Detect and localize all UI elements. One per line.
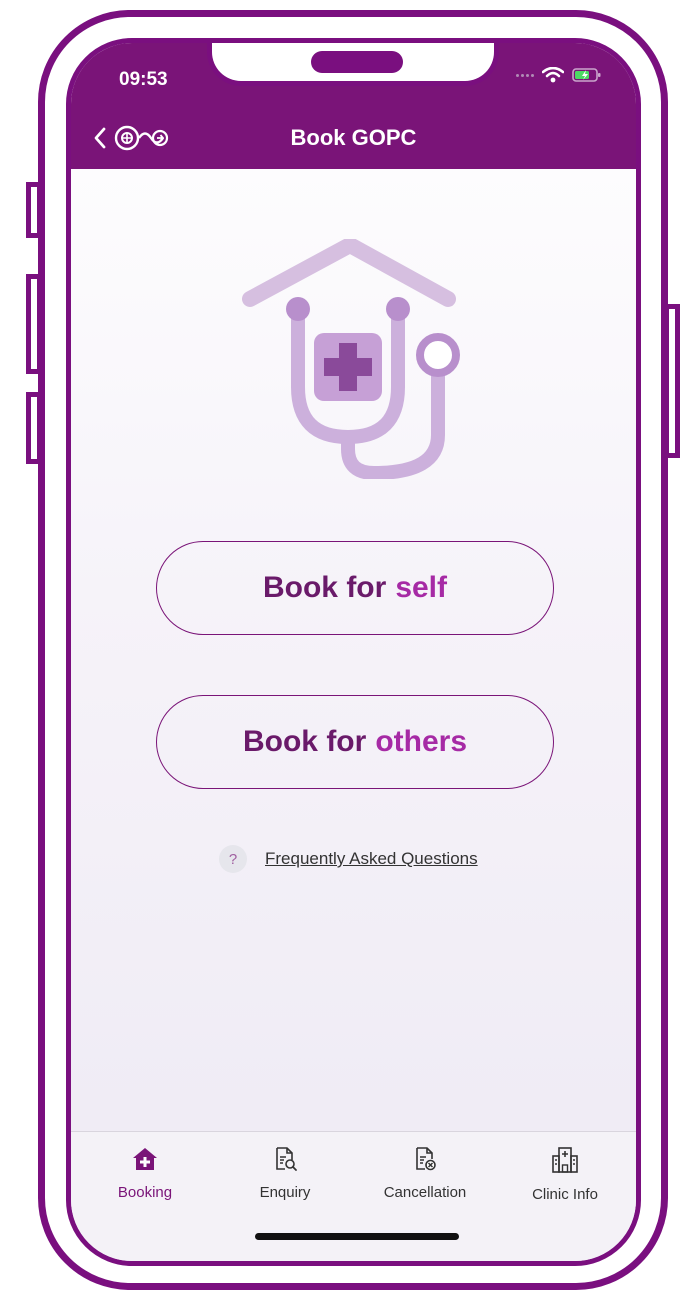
home-indicator[interactable] xyxy=(255,1233,459,1240)
status-time: 09:53 xyxy=(119,69,168,90)
tab-enquiry-label: Enquiry xyxy=(259,1184,311,1201)
side-button-power xyxy=(664,304,680,458)
book-for-self-accent: self xyxy=(395,571,448,604)
tab-cancellation-label: Cancellation xyxy=(383,1184,467,1201)
page-title: Book GOPC xyxy=(290,125,417,150)
tab-clinic-info[interactable]: Clinic Info xyxy=(505,1146,625,1203)
clinic-stethoscope-icon xyxy=(242,239,460,479)
tab-cancellation[interactable]: Cancellation xyxy=(365,1146,485,1201)
tab-booking[interactable]: Booking xyxy=(85,1146,205,1201)
home-plus-icon xyxy=(133,1148,157,1170)
book-for-self-button[interactable]: Book for self xyxy=(156,541,554,635)
document-cancel-icon xyxy=(416,1147,436,1171)
phone-screen: 09:53 Book GOPC Book for self Book for o… xyxy=(66,38,641,1266)
battery-charging-icon xyxy=(572,68,601,82)
faq-row[interactable]: ? Frequently Asked Questions xyxy=(219,845,478,873)
book-for-others-button[interactable]: Book for others xyxy=(156,695,554,789)
document-search-icon xyxy=(276,1147,297,1171)
device-speaker xyxy=(311,51,403,73)
faq-link[interactable]: Frequently Asked Questions xyxy=(265,849,478,869)
wifi-icon xyxy=(542,67,564,83)
signal-icon xyxy=(516,73,534,77)
tab-clinic-info-label: Clinic Info xyxy=(532,1186,598,1203)
status-icons xyxy=(516,67,602,83)
side-button-silent xyxy=(26,182,42,238)
bottom-tab-bar: Booking Enquiry Cancellation Clinic Info xyxy=(71,1131,636,1261)
book-for-others-prefix: Book for xyxy=(242,725,367,758)
book-for-self-prefix: Book for xyxy=(262,571,387,604)
hospital-icon xyxy=(552,1147,578,1173)
question-icon: ? xyxy=(219,845,247,873)
tab-enquiry[interactable]: Enquiry xyxy=(225,1146,345,1201)
tab-booking-label: Booking xyxy=(117,1184,173,1201)
side-button-volume-up xyxy=(26,274,42,374)
book-for-others-accent: others xyxy=(375,725,467,758)
side-button-volume-down xyxy=(26,392,42,464)
